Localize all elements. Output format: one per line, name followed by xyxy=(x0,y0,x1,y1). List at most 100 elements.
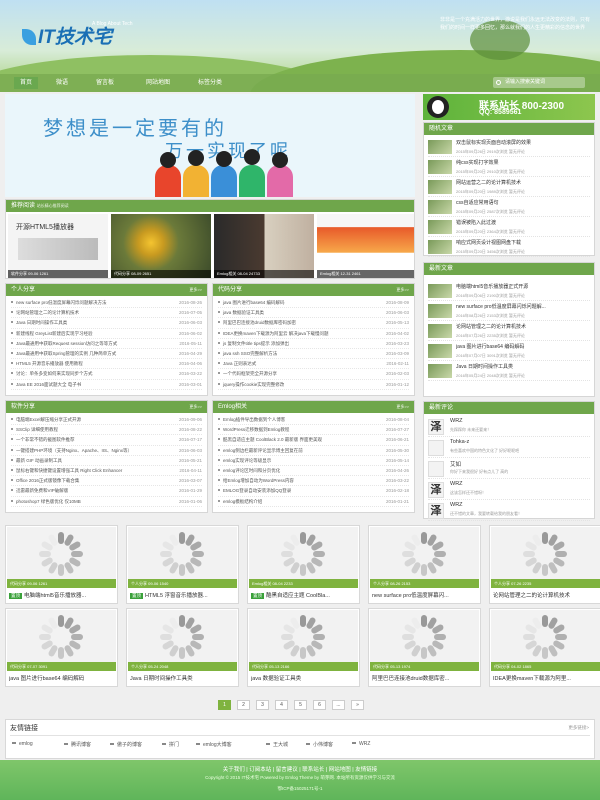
card-title[interactable]: 阿里巴巴连接池druid数据库密... xyxy=(372,674,480,682)
article-row[interactable]: IDEA更换maven下载源为阿里云 解决java下载慢问题 2016-04-02 xyxy=(218,328,409,339)
friend-link-label[interactable]: WRZ xyxy=(359,741,370,747)
article-row[interactable]: java ssh SSO完整解析方法 2016-03-09 xyxy=(218,348,409,360)
article-thumbnail[interactable] xyxy=(428,160,452,174)
article-card[interactable]: 个人分享 07-26 2235 论网站管理之二的论计算机技术 xyxy=(489,525,600,604)
article-link[interactable]: EMLOG登录自动安装添加QQ登录 xyxy=(223,488,291,493)
article-row[interactable]: 迅雷最新免费和VIP破解版 2016-01-29 xyxy=(11,486,202,497)
comment-text[interactable]: 先踩踩你 未来还要来！ xyxy=(450,427,595,433)
card-title-text[interactable]: 酷黑自适应主题 CoolBla... xyxy=(266,593,330,599)
card-title[interactable]: IDEA更换maven下载源为阿里... xyxy=(493,674,600,682)
friend-link[interactable]: WRZ xyxy=(352,741,370,747)
article-link[interactable]: 论网站管理之二的论计算机技术 xyxy=(16,310,79,315)
card-image-placeholder[interactable] xyxy=(370,610,479,662)
page-button[interactable]: 4 xyxy=(275,700,288,710)
article-row[interactable]: Java 正则表达式 2016-02-11 xyxy=(218,359,409,370)
article-link[interactable]: 阿里巴巴连接池druid数据库密码加密 xyxy=(223,320,296,325)
nav-tags[interactable]: 标签分类 xyxy=(192,77,228,89)
page-button[interactable]: 5 xyxy=(294,700,307,710)
article-card[interactable]: 代码分享 09-06 1261 置顶 电脑端html5音乐播放器... xyxy=(5,525,118,604)
emlog-more[interactable]: 更多>> xyxy=(396,401,409,413)
nav-weiyu[interactable]: 微语 xyxy=(50,77,74,89)
card-image-placeholder[interactable] xyxy=(249,527,358,579)
article-link[interactable]: jquery操作cookie实现完整修改 xyxy=(223,382,284,387)
article-row[interactable]: 一个非常不错的截图软件推荐 2016-07-17 xyxy=(11,435,202,446)
recommend-item[interactable]: Emlog相关 08-04 24733 xyxy=(214,214,314,278)
comment-item[interactable]: 泽 WRZ 先踩踩你 未来还要来！ xyxy=(428,416,590,437)
article-thumbnail[interactable] xyxy=(428,304,452,318)
article-link[interactable]: HTML5 开源音乐播放器 使用教程 xyxy=(16,361,83,366)
page-button[interactable]: 2 xyxy=(237,700,250,710)
article-link[interactable]: 给Emlog增加自动为WordPress内容 xyxy=(223,478,294,483)
article-row[interactable]: 一个代码框架完全开源分享 2016-02-03 xyxy=(218,369,409,380)
card-image-placeholder[interactable] xyxy=(128,610,237,662)
friend-link-label[interactable]: 傲子的博客 xyxy=(117,742,142,748)
article-link[interactable]: Java最通用中获取Spring管理的实例 几种简单方式 xyxy=(16,351,116,356)
comment-item[interactable]: Tohka-z 有些喜欢中国的特色文化了 好好呢呢吧 xyxy=(428,437,590,458)
sidebar-article[interactable]: css自适应常用语句 2015年09月20日 2587次浏览 暂无评论 xyxy=(428,197,590,217)
article-row[interactable]: Office 2016正式版镜像下载合集 2016-03-07 xyxy=(11,476,202,487)
article-link[interactable]: Office 2016正式版镜像下载合集 xyxy=(16,478,79,483)
sidebar-article[interactable]: 响应式网页设计视图网盘下载 2015年09月20日 3456次浏览 暂无评论 xyxy=(428,237,590,257)
article-row[interactable]: EMLOG登录自动安装添加QQ登录 2016-02-18 xyxy=(218,486,409,497)
article-link[interactable]: js 复制文件title tips提示 添加弹出 xyxy=(223,341,289,346)
article-row[interactable]: 新建线程 GreyList新建后实现学习经验 2016-06-02 xyxy=(11,328,202,339)
footer-links[interactable]: 关于我们 | 订阅本站 | 留言建议 | 联系站长 | 网站地图 | 友情链接 xyxy=(0,765,600,773)
article-row[interactable]: HTML5 开源音乐播放器 使用教程 2016-04-06 xyxy=(11,359,202,370)
article-thumbnail[interactable] xyxy=(428,364,452,378)
software-share-more[interactable]: 更多>> xyxy=(189,401,202,413)
article-row[interactable]: java 图片进行base64 编码解码 2016-08-09 xyxy=(218,298,409,309)
article-link[interactable]: emlog侧边栏最新评论显示博主回复在前 xyxy=(223,448,303,453)
card-title-text[interactable]: 论网站管理之二的论计算机技术 xyxy=(493,593,570,599)
page-button[interactable]: » xyxy=(351,700,364,710)
article-link[interactable]: Java 正则表达式 xyxy=(223,361,256,366)
page-button[interactable]: 3 xyxy=(256,700,269,710)
article-row[interactable]: 论网站管理之二的论计算机技术 2016-07-05 xyxy=(11,308,202,319)
friend-link-label[interactable]: 腾讯博客 xyxy=(71,742,91,748)
article-link[interactable]: new surface pro低温度屏幕闪烁问题解决方法 xyxy=(16,300,107,305)
personal-share-more[interactable]: 更多>> xyxy=(189,284,202,296)
comment-item[interactable]: 泽 WRZ 这该怎样还不错呀！ xyxy=(428,479,590,500)
article-row[interactable]: emlog侧边栏最新评论显示博主回复在前 2016-05-30 xyxy=(218,445,409,456)
friend-link-label[interactable]: 小伟博客 xyxy=(313,742,333,748)
article-thumbnail[interactable] xyxy=(428,140,452,154)
article-link[interactable]: java ssh SSO完整解析方法 xyxy=(223,351,277,356)
friend-link[interactable]: 小伟博客 xyxy=(306,741,333,748)
nav-guestbook[interactable]: 留言板 xyxy=(90,77,120,89)
article-row[interactable]: 最新 GIF 动画录制工具 2016-05-21 xyxy=(11,455,202,466)
friend-link[interactable]: 拼门 xyxy=(162,741,179,748)
card-image-placeholder[interactable] xyxy=(128,527,237,579)
friend-link-label[interactable]: 拼门 xyxy=(169,742,179,748)
sidebar-article-title[interactable]: 错误被陷入此过渡 xyxy=(456,219,596,226)
friend-link[interactable]: emlog xyxy=(12,741,33,747)
article-thumbnail[interactable] xyxy=(428,200,452,214)
card-title-text[interactable]: java 图片进行base64 编码解码 xyxy=(9,676,84,682)
nav-home[interactable]: 首页 xyxy=(14,77,39,89)
sidebar-article-title[interactable]: css自适应常用语句 xyxy=(456,199,596,206)
article-link[interactable]: emlog模板结构介绍 xyxy=(223,499,262,504)
sidebar-article[interactable]: new surface pro低温度屏幕闪烁问题解... 2016年08月26日 … xyxy=(428,301,590,321)
comment-text[interactable]: 这该怎样还不错呀！ xyxy=(450,490,595,496)
article-row[interactable]: jquery操作cookie实现完整修改 2016-01-12 xyxy=(218,379,409,390)
comment-item[interactable]: 泽 WRZ 还不错的文章，我要转载给我的朋友看！ xyxy=(428,500,590,521)
article-link[interactable]: Java EE 2016面试题大全 电子书 xyxy=(16,382,81,387)
friend-link[interactable]: emlog大博客 xyxy=(196,741,232,748)
article-row[interactable]: 讨论：单条多变如何来实现同步个方式 2016-03-22 xyxy=(11,369,202,380)
comment-author[interactable]: 艾如 xyxy=(450,460,461,468)
friend-link-label[interactable]: 王大城 xyxy=(273,742,288,748)
card-image-placeholder[interactable] xyxy=(491,527,600,579)
sidebar-article-title[interactable]: new surface pro低温度屏幕闪烁问题解... xyxy=(456,303,596,310)
card-title[interactable]: new surface pro低温度屏幕闪... xyxy=(372,591,480,599)
sidebar-article-title[interactable]: 论网站管理之二的论计算机技术 xyxy=(456,323,596,330)
page-button[interactable]: ... xyxy=(332,700,345,710)
article-link[interactable]: photoshop7 绿色版优化 仅10MB xyxy=(16,499,81,504)
article-link[interactable]: 一键搭建PHP环境（支持Nginx、Apache、IIS、Nginx等） xyxy=(16,448,132,453)
article-row[interactable]: Java EE 2016面试题大全 电子书 2016-03-01 xyxy=(11,379,202,390)
article-row[interactable]: Java最通用中获取Spring管理的实例 几种简单方式 2016-04-29 xyxy=(11,348,202,360)
article-link[interactable]: java 数据验证工具类 xyxy=(223,310,264,315)
article-link[interactable]: IDEA更换maven下载源为阿里云 解决java下载慢问题 xyxy=(223,331,329,336)
article-card[interactable]: 代码分享 05-13 1974 阿里巴巴连接池druid数据库密... xyxy=(368,608,481,687)
sidebar-article-title[interactable]: java 图片进行base64 编码解码 xyxy=(456,343,596,350)
article-card[interactable]: 代码分享 04-02 1865 IDEA更换maven下载源为阿里... xyxy=(489,608,600,687)
comment-author[interactable]: WRZ xyxy=(450,418,463,424)
article-card[interactable]: 个人分享 05-24 2048 Java 日期时间操作工具类 xyxy=(126,608,239,687)
